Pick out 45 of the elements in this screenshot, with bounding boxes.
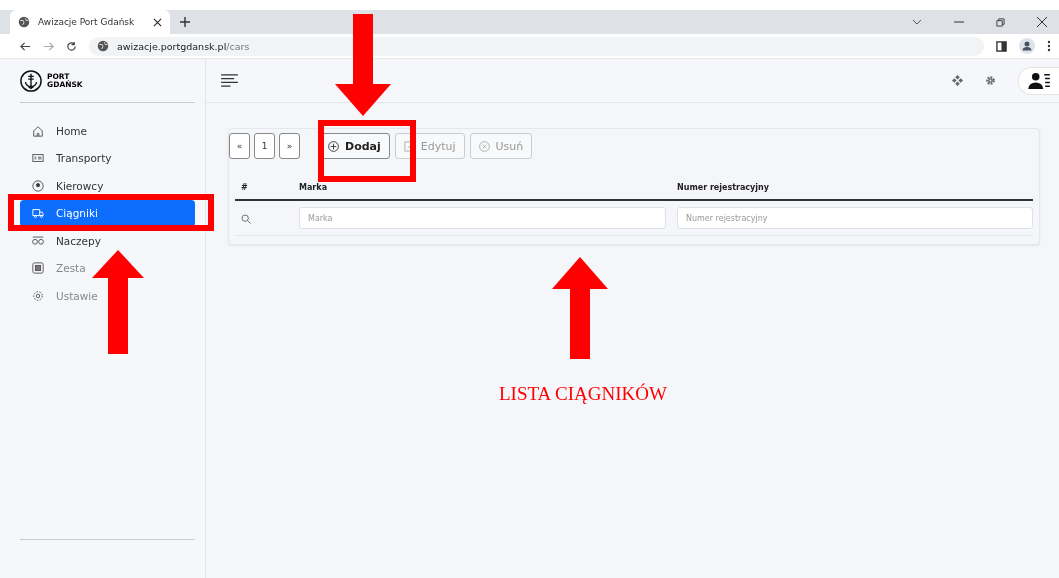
anchor-logo-icon: [20, 69, 42, 92]
filter-field[interactable]: Numer rejestracyjny: [677, 207, 1033, 229]
page-button[interactable]: «: [229, 133, 250, 159]
truck-icon: [32, 207, 44, 220]
back-icon[interactable]: [20, 40, 31, 52]
restore-icon[interactable]: [996, 17, 1005, 27]
person-icon: [32, 179, 44, 192]
sidebar-item[interactable]: Kierowcy: [20, 176, 193, 195]
annotation-caption: LISTA CIĄGNIKÓW: [499, 383, 667, 405]
user-menu-button[interactable]: [1018, 66, 1059, 95]
sidebar-item[interactable]: Home: [20, 121, 193, 140]
sidebar-item[interactable]: Naczepy: [20, 231, 193, 250]
globe-icon: [97, 40, 109, 52]
new-tab-icon[interactable]: [180, 17, 190, 27]
plus-circle-icon: [328, 140, 339, 152]
wheels-icon: [32, 236, 44, 246]
x-circle-icon: [478, 140, 490, 152]
close-icon[interactable]: [153, 17, 162, 27]
more-icon[interactable]: [1047, 40, 1051, 52]
profile-icon[interactable]: [1019, 38, 1035, 54]
browser-tab[interactable]: Awizacje Port Gdańsk: [10, 10, 170, 34]
tab-title: Awizacje Port Gdańsk: [38, 17, 136, 27]
menu-icon[interactable]: [221, 74, 238, 87]
page-button[interactable]: 1: [254, 133, 275, 159]
side-panel-icon[interactable]: [996, 40, 1007, 52]
id-card-icon: [32, 152, 44, 165]
search-icon: [241, 213, 251, 224]
reload-icon[interactable]: [66, 40, 77, 52]
gear-icon: [32, 289, 44, 302]
column-header: #: [240, 182, 249, 192]
url-text: awizacje.portgdansk.pl/cars: [117, 40, 250, 52]
page-button[interactable]: »: [279, 133, 300, 159]
user-list-icon: [1027, 72, 1051, 89]
squares-icon: [32, 262, 44, 275]
diamonds-icon[interactable]: [952, 75, 963, 86]
address-bar[interactable]: awizacje.portgdansk.pl/cars: [89, 36, 984, 56]
close-icon[interactable]: [1037, 17, 1047, 27]
filter-field[interactable]: Marka: [299, 207, 666, 229]
globe-icon: [18, 16, 30, 28]
settings-icon[interactable]: [985, 75, 996, 86]
chevron-down-icon[interactable]: [912, 19, 922, 25]
column-header: Marka: [299, 182, 329, 192]
house-icon: [32, 124, 44, 137]
column-header: Numer rejestracyjny: [677, 182, 770, 192]
sidebar-item[interactable]: Transporty: [20, 149, 193, 168]
